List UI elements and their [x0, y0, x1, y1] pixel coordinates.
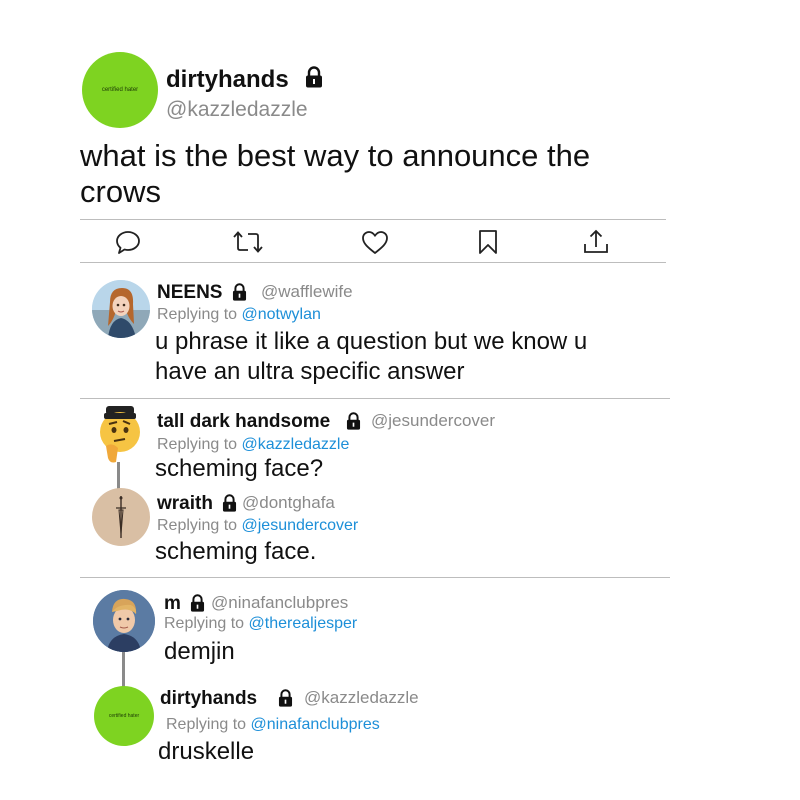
- replying-prefix: Replying to: [157, 306, 242, 323]
- lock-icon: [278, 689, 293, 707]
- mention-link[interactable]: @ninafanclubpres: [251, 716, 380, 733]
- main-post-text-line1: what is the best way to announce the: [80, 138, 591, 173]
- lock-icon: [190, 594, 205, 612]
- bookmark-button[interactable]: [470, 224, 506, 260]
- mention-link[interactable]: @therealjesper: [249, 615, 358, 632]
- like-button[interactable]: [357, 224, 393, 260]
- divider: [80, 262, 666, 263]
- reply-text-line2: have an ultra specific answer: [155, 358, 465, 385]
- retweet-button[interactable]: [230, 224, 266, 260]
- replying-prefix: Replying to: [164, 615, 249, 632]
- main-author-handle[interactable]: @kazzledazzle: [166, 98, 308, 122]
- reply-author-handle[interactable]: @ninafanclubpres: [211, 593, 348, 613]
- retweet-icon: [233, 231, 263, 253]
- avatar-label: certified hater: [108, 713, 140, 719]
- main-avatar[interactable]: certified hater: [82, 52, 158, 128]
- replying-to-label: Replying to @ninafanclubpres: [166, 716, 380, 734]
- reply-avatar[interactable]: [92, 280, 150, 338]
- divider: [80, 398, 670, 399]
- reply-author-name[interactable]: NEENS: [157, 282, 222, 304]
- replying-prefix: Replying to: [166, 716, 251, 733]
- bookmark-icon: [479, 230, 497, 254]
- divider: [80, 219, 666, 220]
- replying-to-label: Replying to @therealjesper: [164, 615, 357, 633]
- share-icon: [584, 229, 608, 253]
- reply-text: scheming face?: [155, 455, 324, 482]
- mention-link[interactable]: @kazzledazzle: [242, 436, 350, 453]
- like-icon: [362, 231, 388, 254]
- replying-to-label: Replying to @jesundercover: [157, 517, 358, 535]
- lock-icon: [222, 494, 237, 512]
- reply-text: druskelle: [158, 738, 255, 765]
- lock-icon: [346, 412, 361, 430]
- reply-text: scheming face.: [155, 538, 317, 565]
- avatar-label: certified hater: [101, 87, 139, 93]
- reply-author-handle[interactable]: @jesundercover: [371, 411, 495, 431]
- replying-to-label: Replying to @notwylan: [157, 306, 321, 324]
- mention-link[interactable]: @notwylan: [242, 306, 321, 323]
- share-button[interactable]: [578, 224, 614, 260]
- reply-author-name[interactable]: tall dark handsome: [157, 411, 330, 433]
- anime-character-portrait: [92, 280, 150, 338]
- lock-icon: [306, 66, 322, 88]
- reply-text: demjin: [164, 638, 235, 665]
- emoji-avatar[interactable]: [92, 404, 148, 466]
- reply-author-handle[interactable]: @kazzledazzle: [304, 688, 419, 708]
- reply-avatar[interactable]: certified hater: [94, 686, 154, 746]
- reply-author-name[interactable]: wraith: [157, 493, 213, 515]
- reply-author-name[interactable]: dirtyhands: [160, 688, 257, 710]
- reply-avatar[interactable]: [92, 488, 150, 546]
- replying-prefix: Replying to: [157, 517, 242, 534]
- replying-to-label: Replying to @kazzledazzle: [157, 436, 349, 454]
- mention-link[interactable]: @jesundercover: [242, 517, 359, 534]
- reply-text-line1: u phrase it like a question but we know …: [155, 328, 588, 355]
- reply-author-name[interactable]: m: [164, 593, 181, 615]
- lock-icon: [232, 283, 247, 301]
- reply-author-handle[interactable]: @wafflewife: [261, 282, 353, 302]
- reply-avatar[interactable]: [93, 590, 155, 652]
- reply-icon: [116, 231, 140, 254]
- thinking-face-icon: [100, 406, 140, 463]
- thread-connector: [122, 650, 125, 690]
- reply-author-handle[interactable]: @dontghafa: [242, 493, 335, 513]
- main-author-name[interactable]: dirtyhands: [166, 66, 289, 94]
- replying-prefix: Replying to: [157, 436, 242, 453]
- divider: [80, 577, 670, 578]
- animated-character-portrait: [93, 590, 155, 652]
- dagger-sketch-icon: [116, 496, 126, 538]
- reply-button[interactable]: [110, 224, 146, 260]
- main-post-text-line2: crows: [80, 174, 161, 209]
